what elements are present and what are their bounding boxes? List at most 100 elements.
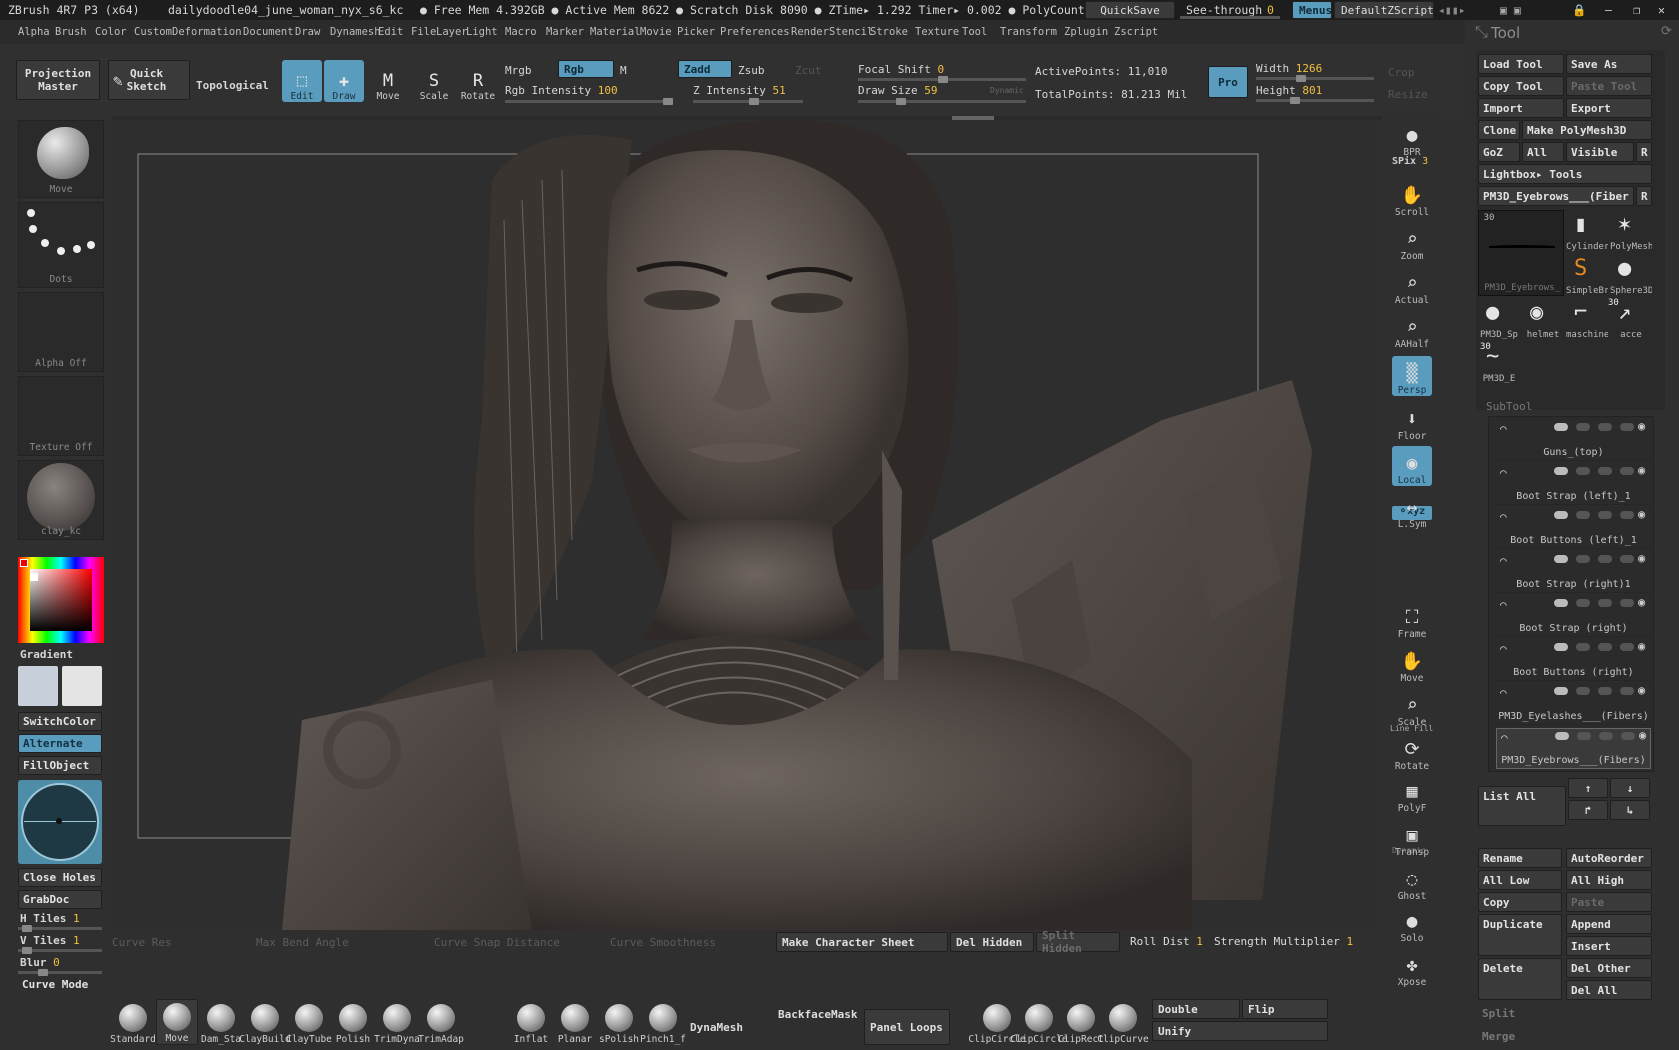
current-tool-r-button[interactable]: R — [1636, 186, 1652, 206]
focal-shift-slider[interactable] — [858, 76, 1026, 83]
brush-polish-button[interactable]: Polish — [332, 999, 374, 1045]
menu-file[interactable]: File — [411, 26, 436, 38]
switchcolor-button[interactable]: SwitchColor — [18, 712, 102, 731]
subtool-item[interactable]: Guns_(top) ⌒ ◉ — [1496, 419, 1651, 461]
draw-size-slider[interactable] — [858, 98, 1026, 105]
main-color-swatch[interactable] — [20, 559, 28, 567]
clip-clipcircle-1-button[interactable]: ClipCircle — [1010, 999, 1068, 1045]
tool-thumb-simplebru[interactable]: S SimpleBru — [1566, 254, 1608, 296]
brush-planar-button[interactable]: Planar — [554, 999, 596, 1045]
goz-visible-button[interactable]: Visible — [1566, 142, 1634, 162]
tool-thumb-maschine[interactable]: ⌐ maschine — [1566, 298, 1608, 340]
alpha-selector[interactable]: Alpha Off — [18, 292, 104, 372]
rgb-intensity-slider[interactable] — [505, 98, 673, 105]
close-icon[interactable]: ✕ — [1658, 3, 1665, 17]
mode-rotate-button[interactable]: R Rotate — [458, 60, 498, 102]
menu-custom[interactable]: Custom — [134, 26, 172, 38]
view-scroll-button[interactable]: ✋ Scroll — [1392, 178, 1432, 218]
subtool-dot-icon[interactable] — [1577, 732, 1591, 740]
subtool-dot-icon[interactable] — [1598, 599, 1612, 607]
rgb-button[interactable]: Rgb — [558, 60, 614, 78]
subtool-dot-icon[interactable] — [1576, 687, 1590, 695]
clone-button[interactable]: Clone — [1478, 120, 1520, 140]
split-hidden-button[interactable]: Split Hidden — [1036, 929, 1120, 955]
subtool-toggle-icon[interactable] — [1554, 467, 1568, 475]
subtool-item[interactable]: PM3D_Eyebrows___(Fibers) ⌒ ◉ — [1496, 728, 1651, 769]
subtool-brush-icon[interactable] — [1620, 467, 1634, 475]
subtool-dot-icon[interactable] — [1576, 599, 1590, 607]
zadd-button[interactable]: Zadd — [678, 60, 732, 78]
subtool-item[interactable]: PM3D_Eyelashes___(Fibers) ⌒ ◉ — [1496, 683, 1651, 725]
menu-deformation[interactable]: Deformation — [172, 26, 242, 38]
subtool-toggle-icon[interactable] — [1554, 423, 1568, 431]
subtool-brush-icon[interactable] — [1621, 732, 1635, 740]
subtool-toggle-icon[interactable] — [1554, 643, 1568, 651]
view-scale-button[interactable]: ⌕ Scale — [1392, 688, 1432, 728]
menu-stroke[interactable]: Stroke — [870, 26, 908, 38]
eye-icon[interactable]: ◉ — [1638, 419, 1645, 433]
subtool-copy-button[interactable]: Copy — [1478, 892, 1562, 912]
subtool-dot-icon[interactable] — [1576, 423, 1590, 431]
split-section[interactable]: Split — [1482, 1007, 1515, 1020]
save-as-button[interactable]: Save As — [1566, 54, 1652, 74]
subtool-toggle-icon[interactable] — [1554, 599, 1568, 607]
duplicate-button[interactable]: Duplicate — [1478, 914, 1562, 956]
quicksave-button[interactable]: QuickSave — [1085, 1, 1175, 19]
texture-selector[interactable]: Texture Off — [18, 376, 104, 456]
lightbox-tools-button[interactable]: Lightbox▸ Tools — [1478, 164, 1652, 184]
color-cursor[interactable] — [30, 573, 38, 581]
view-aahalf-button[interactable]: ⌕ AAHalf — [1392, 310, 1432, 350]
subtool-dot-icon[interactable] — [1598, 467, 1612, 475]
light-sphere[interactable] — [18, 780, 102, 864]
brush-trimadap-button[interactable]: TrimAdap — [418, 999, 464, 1045]
subtool-toggle-icon[interactable] — [1554, 555, 1568, 563]
zcut-button[interactable]: Zcut — [795, 64, 822, 77]
eye-icon[interactable]: ◉ — [1638, 507, 1645, 521]
stroke-selector[interactable]: Dots — [18, 202, 104, 288]
brush-claytube-button[interactable]: ClayTube — [286, 999, 332, 1045]
max-bend-angle-label[interactable]: Max Bend Angle — [256, 936, 349, 949]
view-zoom-button[interactable]: ⌕ Zoom — [1392, 222, 1432, 262]
dynamesh-button[interactable]: DynaMesh — [690, 1021, 743, 1034]
view-solo-button[interactable]: ● Solo — [1392, 904, 1432, 944]
menu-zplugin[interactable]: Zplugin — [1064, 26, 1108, 38]
tool-thumb-helmet[interactable]: ◉ helmet — [1522, 298, 1564, 340]
view-frame-button[interactable]: ⛶ Frame — [1392, 600, 1432, 640]
menus-button[interactable]: Menus — [1292, 1, 1332, 19]
mrgb-button[interactable]: Mrgb — [505, 64, 532, 77]
view-l-sym-button[interactable]: ↔ L.Sym — [1392, 490, 1432, 530]
menu-picker[interactable]: Picker — [677, 26, 715, 38]
brush-trimdyna-button[interactable]: TrimDyna — [374, 999, 420, 1045]
z-intensity-slider[interactable] — [693, 98, 803, 105]
menu-zscript[interactable]: Zscript — [1114, 26, 1158, 38]
m-button[interactable]: M — [620, 64, 627, 77]
brush-spolish-button[interactable]: sPolish — [598, 999, 640, 1045]
subtool-brush-icon[interactable] — [1620, 511, 1634, 519]
minimize-icon[interactable]: — — [1605, 3, 1612, 17]
gradient-label[interactable]: Gradient — [20, 648, 73, 661]
append-button[interactable]: Append — [1566, 914, 1652, 934]
eye-icon[interactable]: ◉ — [1638, 463, 1645, 477]
layout-arrows-icon[interactable]: ◂▮▮▸ — [1438, 3, 1466, 17]
subtool-item[interactable]: Boot Buttons (right) ⌒ ◉ — [1496, 639, 1651, 681]
menu-color[interactable]: Color — [95, 26, 127, 38]
subtool-dot-icon[interactable] — [1576, 511, 1590, 519]
mode-scale-button[interactable]: S Scale — [414, 60, 454, 102]
projection-master-button[interactable]: Projection Master — [16, 60, 100, 100]
main-color-chip[interactable] — [18, 666, 58, 706]
del-hidden-button[interactable]: Del Hidden — [950, 932, 1034, 952]
blur-slider[interactable] — [18, 969, 102, 976]
subtool-item[interactable]: Boot Buttons (left)_1 ⌒ ◉ — [1496, 507, 1651, 549]
maximize-icon[interactable]: ❐ — [1633, 3, 1640, 17]
v-tiles-slider[interactable] — [18, 947, 102, 954]
make-polymesh3d-button[interactable]: Make PolyMesh3D — [1522, 120, 1652, 140]
goz-r-button[interactable]: R — [1636, 142, 1652, 162]
menu-tool[interactable]: Tool — [962, 26, 987, 38]
unify-button[interactable]: Unify — [1152, 1021, 1328, 1041]
subtool-brush-icon[interactable] — [1620, 555, 1634, 563]
material-selector[interactable]: clay_kc — [18, 460, 104, 540]
arrow-down-icon[interactable]: ↓ — [1610, 778, 1650, 798]
flip-button[interactable]: Flip — [1242, 999, 1328, 1019]
paste-tool-button[interactable]: Paste Tool — [1566, 76, 1652, 96]
eye-icon[interactable]: ◉ — [1638, 639, 1645, 653]
